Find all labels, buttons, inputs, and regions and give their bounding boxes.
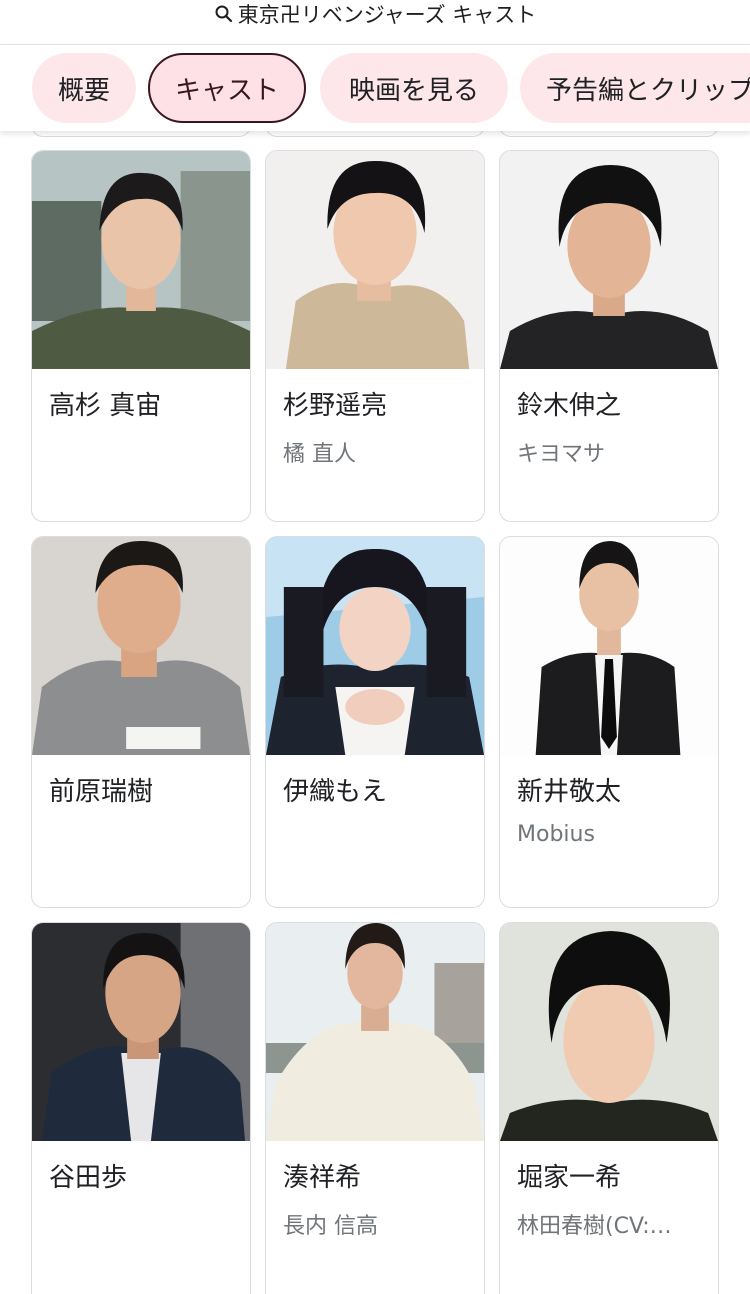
cast-role: Mobius	[517, 822, 595, 847]
cast-name: 前原瑞樹	[49, 777, 154, 807]
cast-photo	[500, 923, 718, 1141]
tab-watch-movie[interactable]: 映画を見る	[320, 53, 508, 123]
cast-role: 橘 直人	[283, 442, 356, 467]
cast-card[interactable]: 湊祥希 長内 信高	[265, 922, 485, 1294]
tab-overview[interactable]: 概要	[32, 53, 136, 123]
cast-name: 新井敬太	[517, 777, 622, 807]
cast-card[interactable]: 伊織もえ	[265, 536, 485, 908]
tab-bar: 概要 キャスト 映画を見る 予告編とクリップ	[0, 45, 750, 131]
tab-cast[interactable]: キャスト	[148, 53, 306, 123]
cast-name: 堀家一希	[517, 1163, 622, 1193]
search-query-bar[interactable]: 東京卍リベンジャーズ キャスト	[214, 0, 537, 29]
cast-photo	[266, 537, 484, 755]
cast-photo	[32, 537, 250, 755]
cast-photo	[500, 537, 718, 755]
cast-role: 長内 信高	[283, 1214, 378, 1239]
cast-card[interactable]: 堀家一希 林田春樹(CV:…	[499, 922, 719, 1294]
cast-card[interactable]: 新井敬太 Mobius	[499, 536, 719, 908]
cast-name: 湊祥希	[283, 1163, 362, 1193]
search-icon	[215, 5, 232, 23]
search-query-text: 東京卍リベンジャーズ キャスト	[237, 3, 537, 27]
cast-photo	[500, 151, 718, 369]
cast-name: 伊織もえ	[283, 777, 388, 807]
cast-photo	[266, 923, 484, 1141]
cast-photo	[32, 151, 250, 369]
cast-photo	[32, 923, 250, 1141]
cast-card[interactable]: 鈴木伸之 キヨマサ	[499, 150, 719, 522]
tab-trailers-clips[interactable]: 予告編とクリップ	[520, 53, 750, 123]
cast-photo	[266, 151, 484, 369]
cast-name: 杉野遥亮	[283, 391, 388, 421]
cast-role: キヨマサ	[517, 442, 606, 467]
cast-card[interactable]: 高杉 真宙	[31, 150, 251, 522]
top-bar: 東京卍リベンジャーズ キャスト	[0, 0, 750, 45]
cast-card[interactable]: 杉野遥亮 橘 直人	[265, 150, 485, 522]
cast-name: 高杉 真宙	[49, 391, 162, 421]
cast-name: 鈴木伸之	[517, 391, 622, 421]
cast-name: 谷田歩	[49, 1163, 128, 1193]
cast-role: 林田春樹(CV:…	[517, 1214, 672, 1239]
cast-card[interactable]: 谷田歩	[31, 922, 251, 1294]
cast-card[interactable]: 前原瑞樹	[31, 536, 251, 908]
